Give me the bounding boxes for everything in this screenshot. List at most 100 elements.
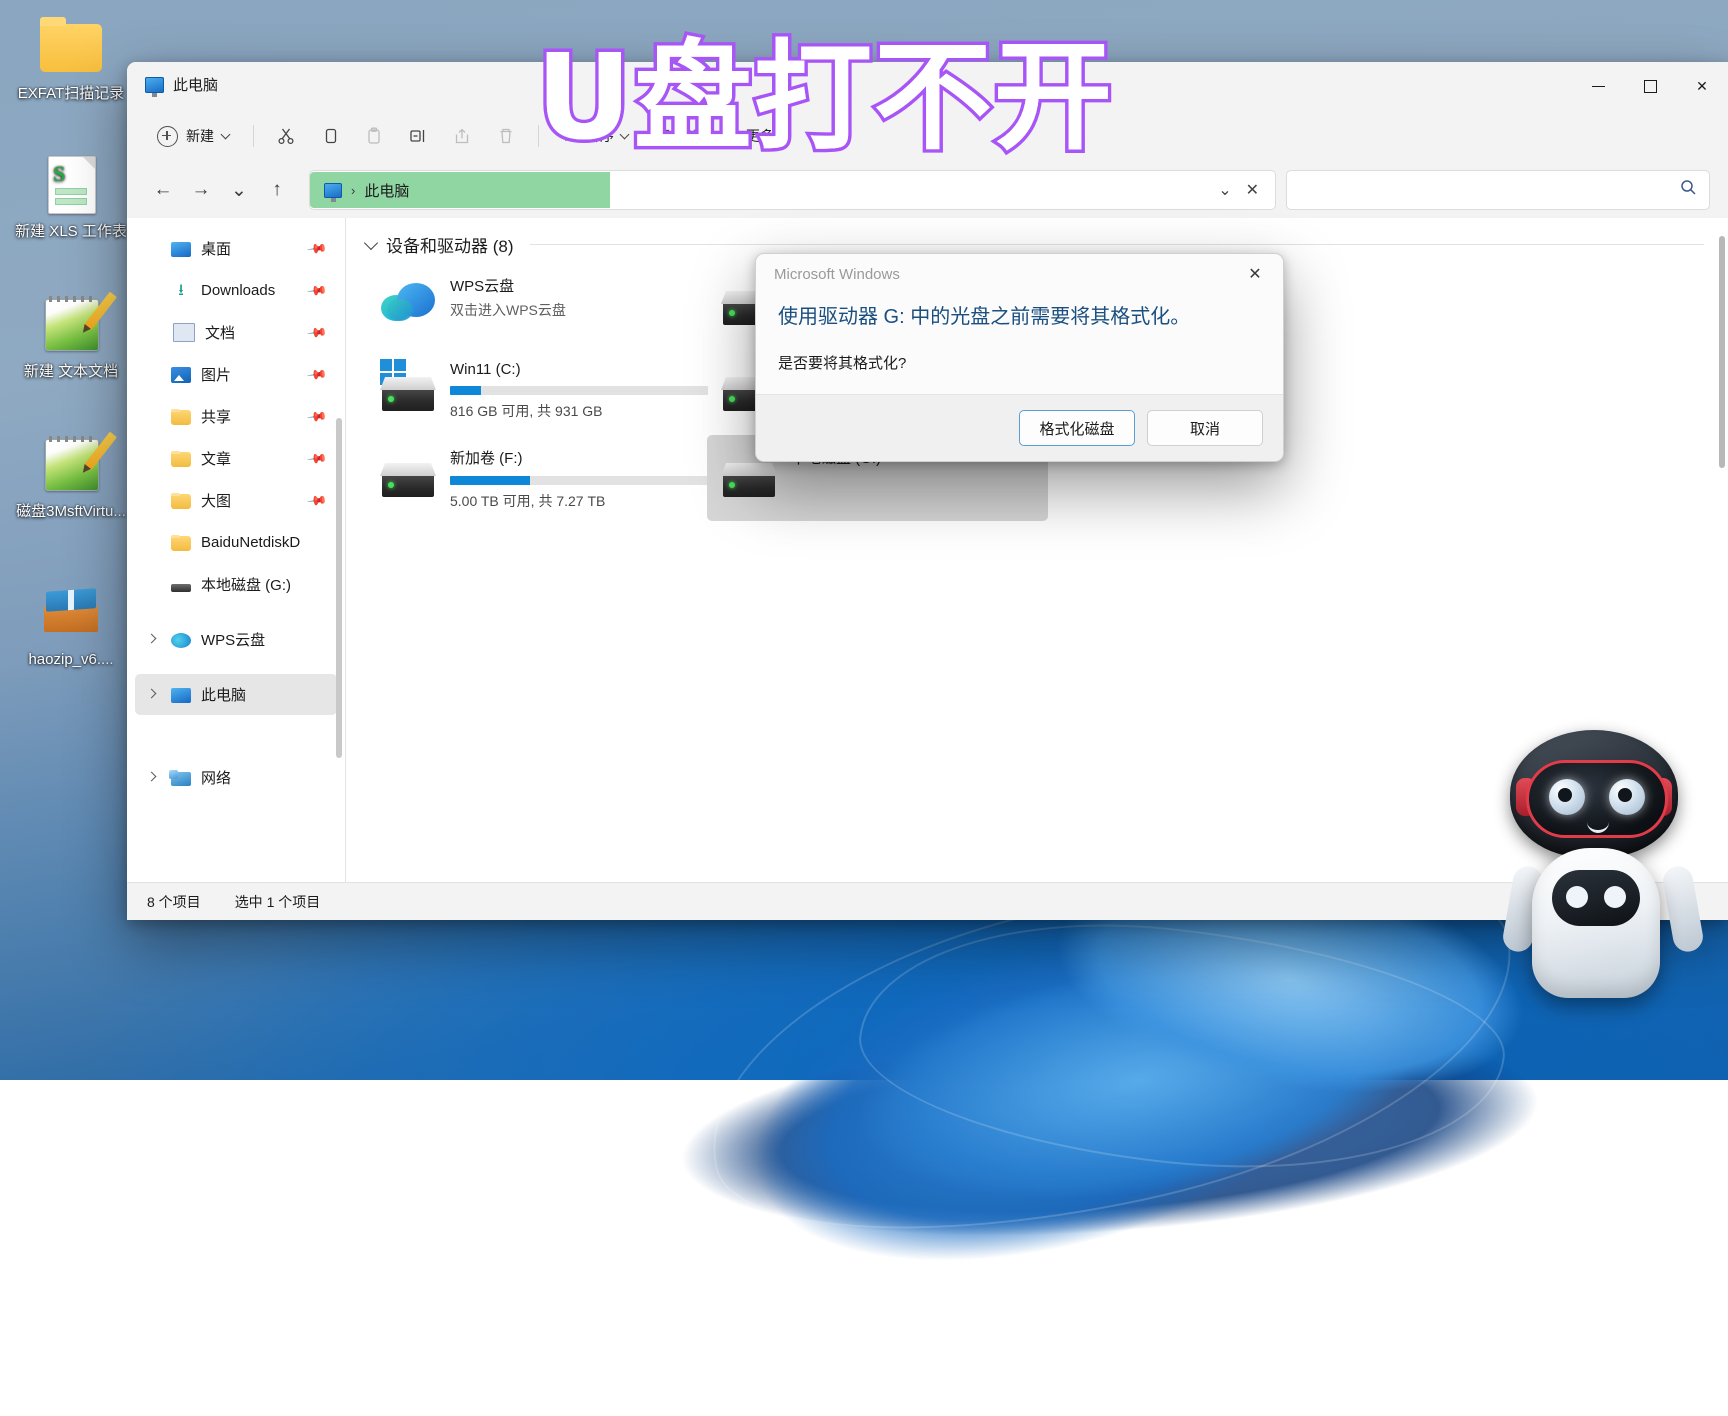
sidebar-item-downloads[interactable]: ⭳ Downloads 📌 [135, 270, 337, 311]
sort-button[interactable]: 排序 [551, 119, 639, 153]
sidebar-item-baidunetdisk[interactable]: BaiduNetdiskD [135, 522, 337, 563]
sidebar-item-label: 文章 [201, 448, 231, 469]
desktop-icon-label: 新建 XLS 工作表 [12, 222, 130, 241]
hard-drive-icon [380, 449, 436, 501]
sidebar-item-label: 本地磁盘 (G:) [201, 574, 291, 595]
dialog-title-bar: Microsoft Windows ✕ [756, 254, 1283, 294]
window-title: 此电脑 [173, 74, 218, 95]
rename-icon[interactable] [398, 119, 438, 153]
sidebar-item-articles[interactable]: 文章 📌 [135, 438, 337, 479]
delete-icon[interactable] [486, 119, 526, 153]
drive-capacity: 5.00 TB 可用, 共 7.27 TB [450, 491, 699, 511]
up-button[interactable]: ↑ [259, 172, 295, 208]
pin-icon[interactable]: 📌 [306, 405, 329, 428]
cancel-button[interactable]: 取消 [1147, 410, 1263, 446]
chevron-right-icon[interactable] [147, 772, 159, 784]
text-document-icon [39, 432, 103, 496]
drive-tile-new-volume-f[interactable]: 新加卷 (F:) 5.00 TB 可用, 共 7.27 TB [366, 435, 707, 521]
pin-icon[interactable]: 📌 [306, 363, 329, 386]
sidebar-item-wps-cloud[interactable]: WPS云盘 [135, 619, 337, 660]
minimize-button[interactable] [1572, 62, 1624, 110]
divider [530, 244, 1705, 245]
drive-name: Win11 (C:) [450, 361, 699, 378]
navigation-pane-scrollbar[interactable] [336, 418, 342, 758]
view-button[interactable]: 查看 [643, 119, 731, 153]
cloud-icon [171, 633, 191, 648]
navigation-pane: 桌面 📌 ⭳ Downloads 📌 文档 📌 图片 📌 共享 � [127, 218, 345, 882]
cut-icon[interactable] [266, 119, 306, 153]
group-header-label: 设备和驱动器 (8) [386, 232, 514, 257]
desktop-icon-new-xls[interactable]: S 新建 XLS 工作表 [12, 152, 130, 241]
folder-icon [171, 536, 191, 551]
capacity-bar [450, 386, 708, 395]
desktop-icon-label: 磁盘3MsftVirtu... [12, 502, 130, 521]
drive-tile-win11-c[interactable]: Win11 (C:) 816 GB 可用, 共 931 GB [366, 349, 707, 435]
breadcrumb-segment-this-pc[interactable]: › 此电脑 [310, 172, 610, 208]
downloads-icon: ⭳ [171, 283, 191, 299]
drive-subtitle: 双击进入WPS云盘 [450, 300, 699, 320]
status-item-count: 8 个项目 [147, 892, 201, 912]
breadcrumb-stop-icon[interactable]: ✕ [1246, 180, 1259, 200]
sidebar-item-shared[interactable]: 共享 📌 [135, 396, 337, 437]
desktop-icon-new-text-doc[interactable]: 新建 文本文档 [12, 292, 130, 381]
sidebar-item-local-disk-g[interactable]: 本地磁盘 (G:) [135, 564, 337, 605]
forward-button[interactable]: → [183, 172, 219, 208]
sidebar-item-documents[interactable]: 文档 📌 [135, 312, 337, 353]
recent-locations-button[interactable]: ⌄ [221, 172, 257, 208]
pin-icon[interactable]: 📌 [306, 447, 329, 470]
dialog-close-button[interactable]: ✕ [1233, 257, 1277, 291]
share-icon[interactable] [442, 119, 482, 153]
desktop-icon-exfat-scan[interactable]: EXFAT扫描记录 [12, 14, 130, 103]
new-button[interactable]: 新建 [145, 119, 241, 153]
pin-icon[interactable]: 📌 [306, 489, 329, 512]
robot-body [1532, 848, 1660, 998]
sidebar-item-label: 图片 [201, 364, 231, 385]
archive-icon [39, 580, 103, 644]
sidebar-item-desktop[interactable]: 桌面 📌 [135, 228, 337, 269]
content-scrollbar[interactable] [1719, 236, 1725, 468]
desktop-icon-label: 新建 文本文档 [12, 362, 130, 381]
more-button[interactable]: 更多 [735, 119, 785, 153]
sidebar-item-pictures[interactable]: 图片 📌 [135, 354, 337, 395]
drive-name: WPS云盘 [450, 275, 699, 296]
dialog-title: Microsoft Windows [774, 266, 900, 283]
drive-capacity: 816 GB 可用, 共 931 GB [450, 401, 699, 421]
search-input[interactable] [1299, 181, 1671, 199]
paste-icon[interactable] [354, 119, 394, 153]
robot-body-face [1552, 870, 1640, 926]
close-button[interactable]: ✕ [1676, 62, 1728, 110]
robot-eye-right [1609, 779, 1645, 815]
pin-icon[interactable]: 📌 [306, 237, 329, 260]
sidebar-item-this-pc[interactable]: 此电脑 [135, 674, 337, 715]
sidebar-item-label: Downloads [201, 282, 275, 299]
breadcrumb[interactable]: › 此电脑 ⌄ ✕ [309, 170, 1276, 210]
folder-icon [171, 410, 191, 425]
folder-icon [171, 452, 191, 467]
window-tab-this-pc[interactable]: 此电脑 [145, 74, 218, 95]
xls-file-icon: S [39, 152, 103, 216]
copy-icon[interactable] [310, 119, 350, 153]
pin-icon[interactable]: 📌 [306, 321, 329, 344]
robot-eye-left [1549, 779, 1585, 815]
maximize-button[interactable] [1624, 62, 1676, 110]
network-icon [171, 772, 191, 786]
desktop-icon-haozip[interactable]: haozip_v6.... [12, 580, 130, 669]
search-icon[interactable] [1680, 179, 1697, 201]
chevron-right-icon[interactable] [147, 634, 159, 646]
drive-tile-wps-cloud[interactable]: WPS云盘 双击进入WPS云盘 [366, 263, 707, 349]
wps-cloud-icon [380, 277, 436, 329]
back-button[interactable]: ← [145, 172, 181, 208]
desktop-icon-disk-msftvirtual[interactable]: 磁盘3MsftVirtu... [12, 432, 130, 521]
chevron-down-icon [712, 130, 722, 140]
breadcrumb-dropdown-icon[interactable]: ⌄ [1218, 180, 1231, 200]
sidebar-item-bigimages[interactable]: 大图 📌 [135, 480, 337, 521]
chevron-right-icon[interactable] [147, 689, 159, 701]
pin-icon[interactable]: 📌 [306, 279, 329, 302]
breadcrumb-label: 此电脑 [364, 180, 409, 201]
chevron-down-icon[interactable] [364, 235, 378, 249]
sidebar-item-network[interactable]: 网络 [135, 757, 337, 798]
dialog-heading: 使用驱动器 G: 中的光盘之前需要将其格式化。 [778, 302, 1261, 332]
format-disk-button[interactable]: 格式化磁盘 [1019, 410, 1135, 446]
drive-icon [171, 584, 191, 592]
search-box[interactable] [1286, 170, 1710, 210]
